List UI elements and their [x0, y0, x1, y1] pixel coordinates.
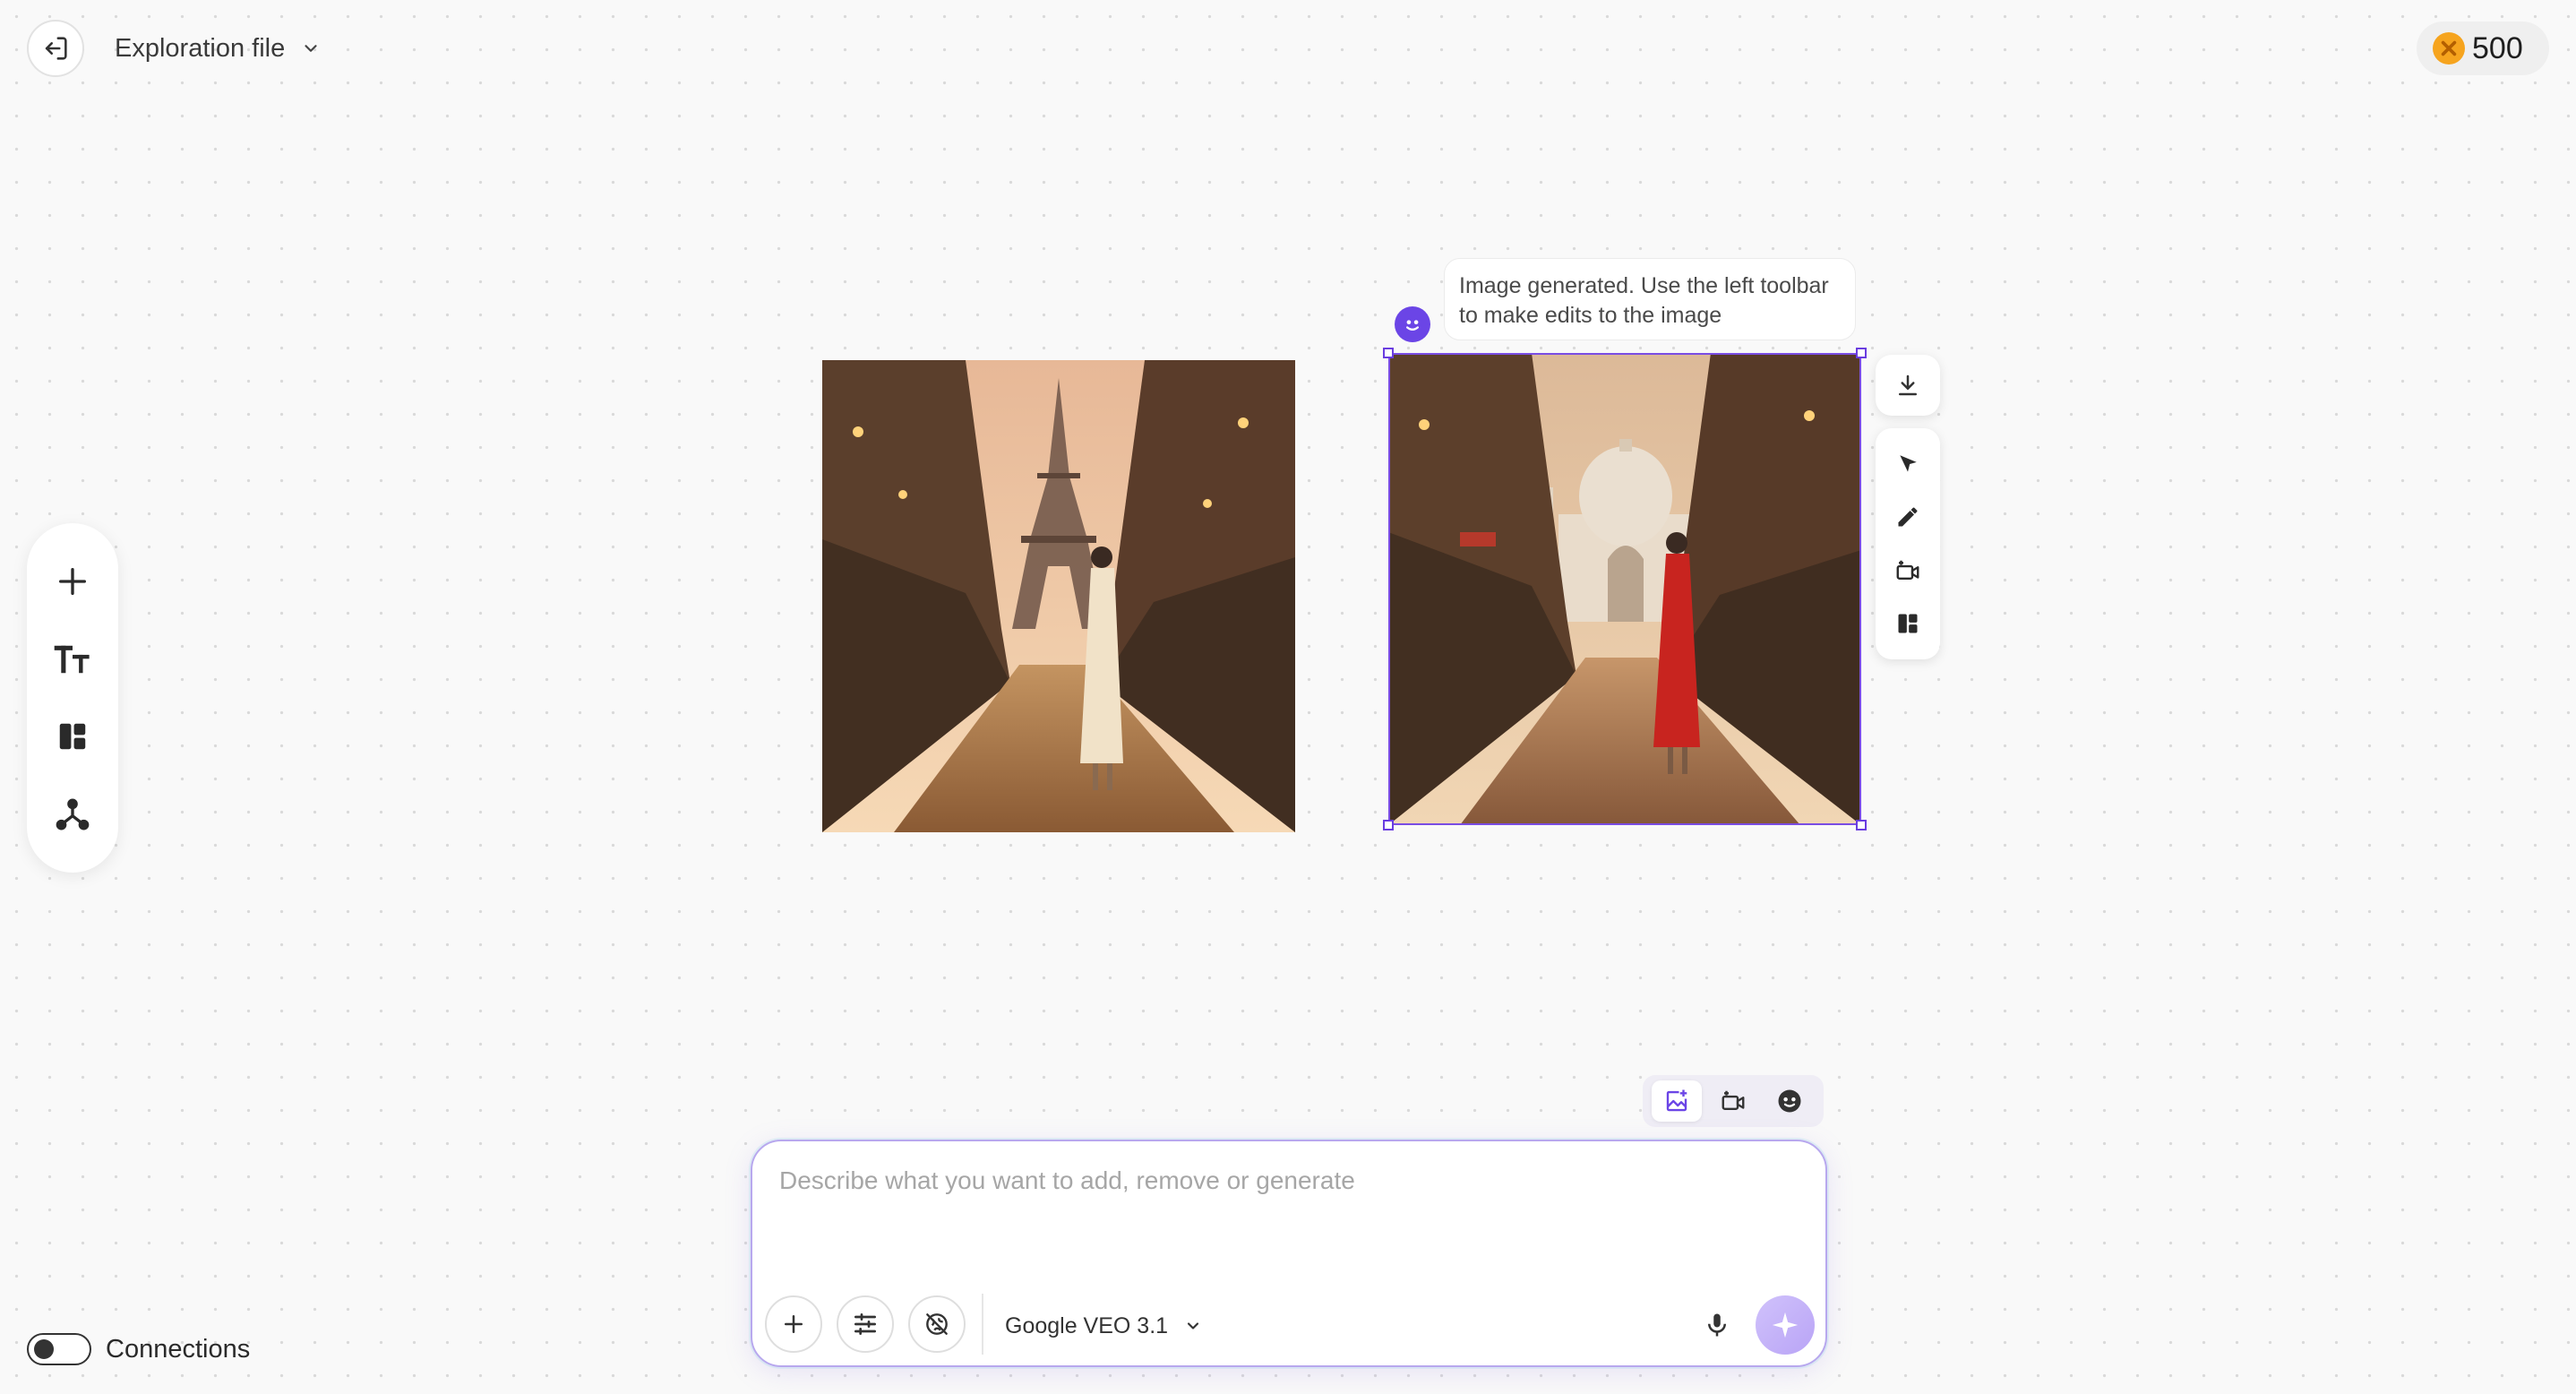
select-tool-button[interactable]: [1883, 441, 1933, 487]
chevron-down-icon: [305, 45, 317, 52]
image-edit-toolbar: [1876, 428, 1940, 659]
exit-icon: [45, 37, 67, 60]
generate-button[interactable]: [1756, 1295, 1815, 1355]
video-edit-button[interactable]: [1883, 547, 1933, 594]
coin-icon: [2433, 32, 2465, 65]
layout-tool-button[interactable]: [44, 708, 101, 765]
voice-input-button[interactable]: [1691, 1299, 1743, 1351]
layout-button[interactable]: [1883, 600, 1933, 647]
selection-frame: [1388, 353, 1861, 825]
generation-mode-switch: [1643, 1075, 1824, 1127]
tooltip-line-1: Image generated. Use the left toolbar: [1459, 273, 1829, 298]
tooltip-line-2: to make edits to the image: [1459, 303, 1722, 328]
resize-handle-top-right[interactable]: [1856, 348, 1867, 358]
file-name-dropdown[interactable]: Exploration file: [115, 30, 321, 66]
assistant-mode-button[interactable]: [1765, 1080, 1815, 1122]
canvas-image-eiffel[interactable]: [822, 360, 1295, 832]
prompt-input[interactable]: [779, 1166, 1765, 1238]
connections-icon: [56, 798, 90, 830]
pencil-icon: [1898, 507, 1918, 527]
ai-assistant-avatar: [1395, 306, 1430, 342]
text-tool-button[interactable]: [44, 631, 101, 688]
video-edit-icon: [1896, 560, 1919, 580]
ai-message-tooltip: Image generated. Use the left toolbar to…: [1444, 258, 1856, 340]
credits-count: 500: [2472, 30, 2523, 65]
video-mode-icon: [1722, 1090, 1745, 1110]
composer-divider: [982, 1294, 983, 1355]
connections-toggle[interactable]: [27, 1333, 91, 1365]
ai-assistant-icon: [1778, 1089, 1801, 1113]
sliders-icon: [854, 1313, 876, 1335]
left-toolbar: [27, 523, 118, 873]
resize-handle-bottom-right[interactable]: [1856, 820, 1867, 830]
model-select[interactable]: Google VEO 3.1: [1005, 1308, 1202, 1344]
select-arrow-icon: [1900, 455, 1917, 472]
plus-icon: [785, 1315, 803, 1333]
chevron-down-icon: [1187, 1322, 1199, 1329]
layout-icon: [59, 724, 86, 750]
connections-tool-button[interactable]: [44, 786, 101, 843]
add-attachment-button[interactable]: [765, 1295, 822, 1353]
resize-handle-top-left[interactable]: [1383, 348, 1394, 358]
toggle-knob: [34, 1339, 54, 1359]
style-button[interactable]: [908, 1295, 966, 1353]
microphone-icon: [1708, 1313, 1726, 1337]
plus-icon: [59, 568, 87, 596]
video-mode-button[interactable]: [1708, 1080, 1758, 1122]
draw-tool-button[interactable]: [1883, 494, 1933, 540]
exit-button[interactable]: [27, 20, 84, 77]
prompt-composer: Google VEO 3.1: [751, 1140, 1827, 1367]
connections-label: Connections: [106, 1335, 251, 1364]
download-button[interactable]: [1876, 355, 1940, 416]
settings-button[interactable]: [837, 1295, 894, 1353]
image-mode-button[interactable]: [1651, 1080, 1702, 1122]
credits-badge[interactable]: 500: [2417, 22, 2549, 75]
add-button[interactable]: [44, 553, 101, 610]
ai-assistant-icon: [1406, 320, 1419, 331]
resize-handle-bottom-left[interactable]: [1383, 820, 1394, 830]
text-icon: [54, 645, 90, 673]
layout-icon: [1898, 614, 1918, 633]
model-name: Google VEO 3.1: [1005, 1312, 1169, 1338]
download-icon: [1899, 374, 1917, 396]
file-name: Exploration file: [115, 33, 286, 63]
style-off-icon: [926, 1313, 948, 1335]
image-mode-icon: [1666, 1089, 1687, 1112]
sparkle-icon: [1772, 1312, 1799, 1338]
